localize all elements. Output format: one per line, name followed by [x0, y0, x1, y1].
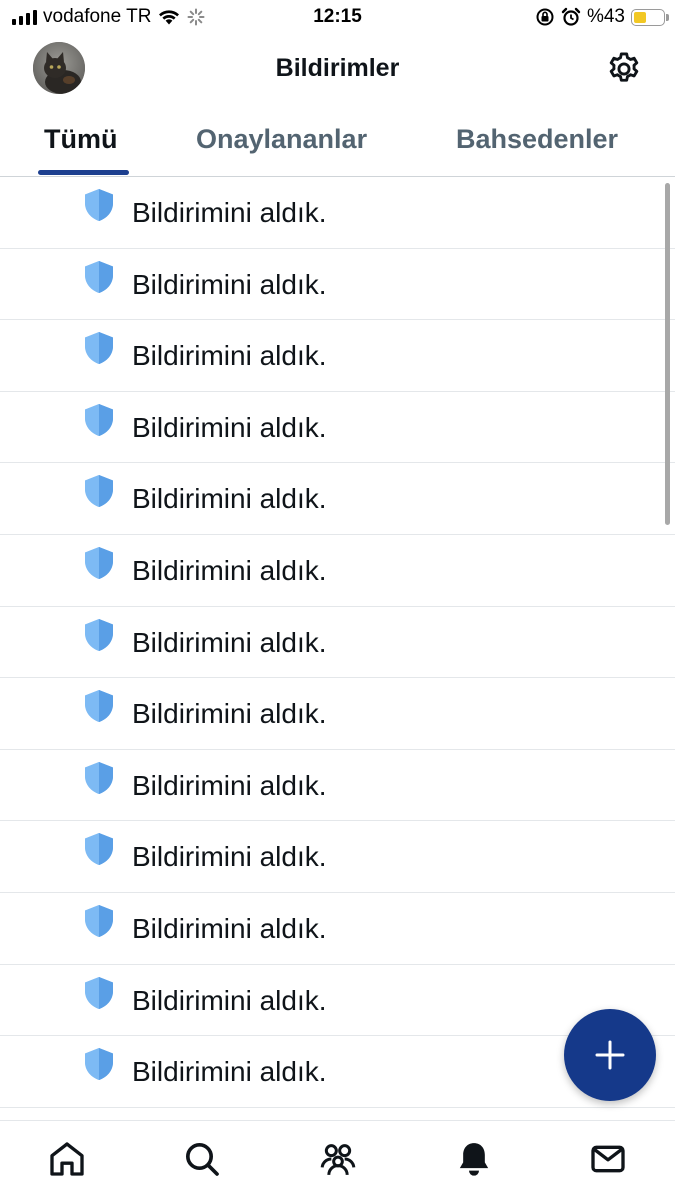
battery-icon [631, 8, 669, 26]
notification-row[interactable]: Bildirimini aldık. [0, 535, 675, 607]
notification-text: Bildirimini aldık. [132, 841, 327, 873]
nav-home[interactable] [47, 1139, 87, 1179]
tab-mentions[interactable]: Bahsedenler [456, 124, 618, 155]
notification-row[interactable]: Bildirimini aldık. [0, 392, 675, 464]
notification-text: Bildirimini aldık. [132, 698, 327, 730]
tab-verified[interactable]: Onaylananlar [196, 124, 367, 155]
shield-icon [85, 403, 113, 436]
notification-row[interactable]: Bildirimini aldık. [0, 177, 675, 249]
shield-icon [85, 189, 113, 221]
bell-icon [459, 1143, 489, 1176]
mail-icon [591, 1145, 625, 1173]
notification-row[interactable]: Bildirimini aldık. [0, 821, 675, 893]
battery-percent: %43 [586, 6, 625, 27]
active-tab-indicator [38, 170, 129, 175]
communities-icon [320, 1144, 356, 1176]
shield-icon [85, 690, 113, 723]
shield-icon [85, 833, 113, 866]
notification-row[interactable]: Bildirimini aldık. [0, 893, 675, 965]
home-icon [50, 1142, 84, 1176]
notification-text: Bildirimini aldık. [132, 411, 327, 443]
alarm-clock-icon [561, 7, 581, 26]
notification-row[interactable]: Bildirimini aldık. [0, 320, 675, 392]
shield-icon [85, 260, 113, 293]
notification-text: Bildirimini aldık. [132, 626, 327, 658]
search-icon [186, 1143, 219, 1176]
nav-notifications[interactable] [454, 1139, 494, 1179]
notification-row[interactable]: Bildirimini aldık. [0, 249, 675, 321]
scrollbar[interactable] [665, 183, 670, 525]
nav-search[interactable] [182, 1139, 222, 1179]
tab-all[interactable]: Tümü [44, 124, 118, 155]
shield-icon [85, 1048, 113, 1081]
top-header: Bildirimler [0, 34, 675, 104]
plus-icon [595, 1040, 625, 1070]
nav-communities[interactable] [318, 1139, 358, 1179]
notification-text: Bildirimini aldık. [132, 984, 327, 1016]
orientation-lock-icon [536, 8, 554, 26]
status-bar: vodafone TR 12:15 %43 [0, 0, 675, 34]
shield-icon [85, 904, 113, 937]
notification-text: Bildirimini aldık. [132, 197, 327, 228]
nav-messages[interactable] [588, 1139, 628, 1179]
notification-text: Bildirimini aldık. [132, 1056, 327, 1088]
shield-icon [85, 761, 113, 794]
status-right: %43 [535, 6, 669, 28]
battery-fill [634, 11, 646, 23]
notification-text: Bildirimini aldık. [132, 483, 327, 515]
notification-row[interactable]: Bildirimini aldık. [0, 750, 675, 822]
notification-text: Bildirimini aldık. [132, 554, 327, 586]
shield-icon [85, 332, 113, 365]
compose-button[interactable] [564, 1009, 656, 1101]
bottom-navigation [0, 1120, 675, 1201]
notification-text: Bildirimini aldık. [132, 340, 327, 372]
settings-button[interactable] [605, 50, 643, 88]
notification-list[interactable]: Bildirimini aldık. Bildirimini aldık. Bild… [0, 177, 675, 1120]
notification-text: Bildirimini aldık. [132, 912, 327, 944]
notification-row[interactable]: Bildirimini aldık. [0, 607, 675, 679]
page-title: Bildirimler [275, 54, 400, 82]
gear-icon [609, 52, 639, 82]
notification-tabs: Tümü Onaylananlar Bahsedenler [0, 106, 675, 177]
notification-text: Bildirimini aldık. [132, 268, 327, 300]
shield-icon [85, 976, 113, 1009]
shield-icon [85, 475, 113, 508]
shield-icon [85, 546, 113, 579]
notification-row[interactable]: Bildirimini aldık. [0, 678, 675, 750]
shield-icon [85, 618, 113, 651]
notification-text: Bildirimini aldık. [132, 769, 327, 801]
notification-row[interactable]: Bildirimini aldık. [0, 463, 675, 535]
